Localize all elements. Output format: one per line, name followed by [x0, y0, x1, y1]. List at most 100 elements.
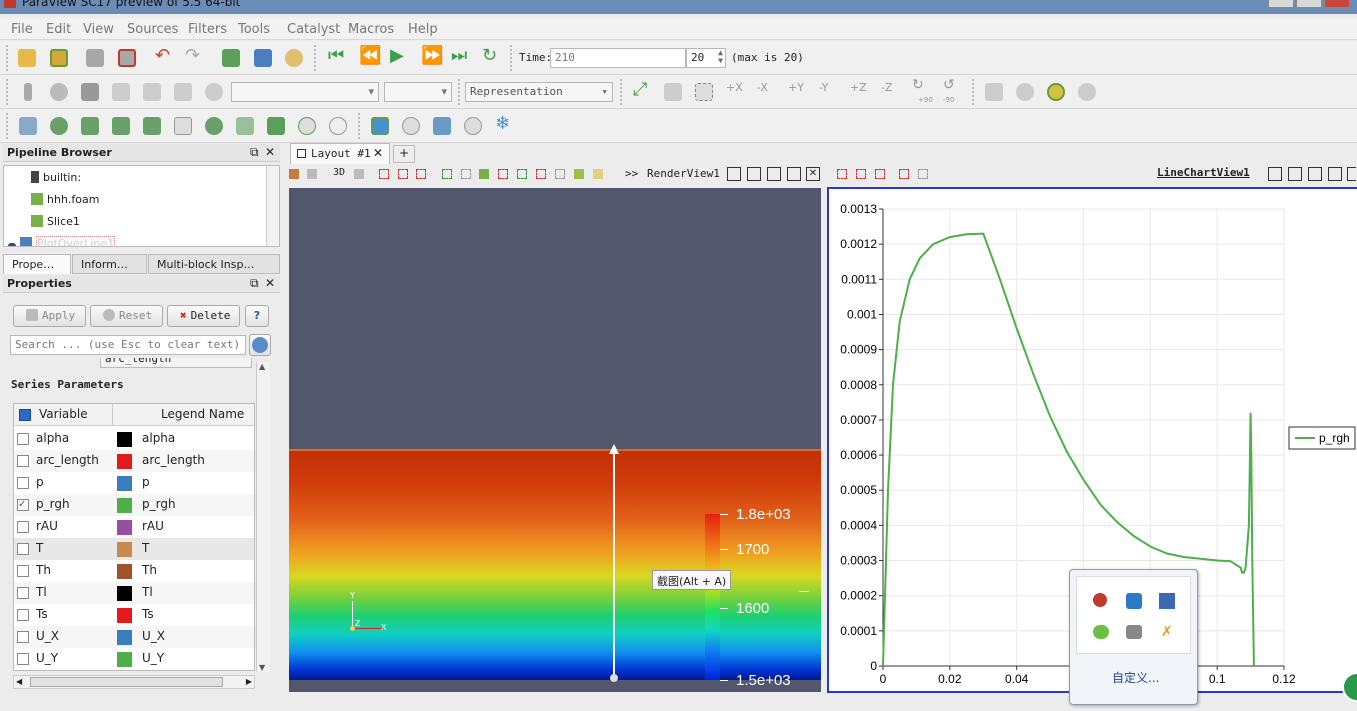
color-array-combo[interactable] — [231, 82, 379, 102]
tab-multiblock-inspector[interactable]: Multi-block Insp… — [148, 254, 280, 274]
time-input[interactable]: 210 — [550, 48, 686, 68]
toolbar-grip[interactable] — [6, 79, 10, 105]
color-palette-button[interactable] — [281, 45, 307, 71]
slice-button[interactable] — [108, 113, 134, 139]
menu-view[interactable]: View — [83, 22, 114, 37]
render-view[interactable]: 1.8e+03 1700 1600 1.5e+03 Y Z X — [289, 188, 821, 692]
series-checkbox[interactable]: ✓ — [17, 499, 29, 511]
glyph-button[interactable] — [201, 113, 227, 139]
add-layout-tab-button[interactable]: + — [393, 145, 415, 163]
menu-macros[interactable]: Macros — [348, 22, 394, 37]
close-panel-icon[interactable]: ✕ — [265, 276, 275, 290]
chart-maximize-view-button[interactable] — [1308, 167, 1322, 181]
extract-level-button[interactable] — [325, 113, 351, 139]
toolbar-grip[interactable] — [6, 113, 10, 139]
series-row[interactable]: ✓ p_rgh p_rgh — [14, 494, 254, 516]
series-row[interactable]: pp — [14, 472, 254, 494]
float-panel-icon[interactable]: ⧉ — [250, 145, 259, 160]
chart-clear-selection-icon[interactable] — [918, 169, 928, 179]
edit-color-map-button[interactable] — [46, 79, 72, 105]
series-legend-name[interactable]: Ts — [142, 607, 154, 621]
tab-layout-1[interactable]: Layout #1 ✕ — [290, 143, 390, 165]
pipeline-scrollbar[interactable] — [266, 166, 279, 246]
toolbar-grip[interactable] — [358, 113, 362, 139]
series-legend-name[interactable]: U_X — [142, 629, 165, 643]
hover-cells-icon[interactable] — [517, 169, 527, 179]
view-minus-y-button[interactable]: -Y — [815, 79, 841, 105]
menu-sources[interactable]: Sources — [127, 22, 178, 37]
series-legend-name[interactable]: alpha — [142, 431, 175, 445]
undo-button[interactable]: ↶ — [151, 45, 177, 71]
menu-help[interactable]: Help — [408, 22, 438, 37]
interactive-select-icon[interactable] — [479, 169, 489, 179]
help-button[interactable]: ? — [245, 305, 269, 327]
pipeline-item-builtin[interactable]: builtin: — [31, 171, 81, 189]
plot-selection-over-time-button[interactable] — [460, 113, 486, 139]
series-checkbox[interactable] — [17, 477, 29, 489]
series-legend-name[interactable]: rAU — [142, 519, 164, 533]
threshold-button[interactable] — [139, 113, 165, 139]
menu-catalyst[interactable]: Catalyst — [287, 22, 340, 37]
properties-search-input[interactable]: Search ... (use Esc to clear text) — [10, 335, 246, 355]
split-vertical-button[interactable] — [747, 167, 761, 181]
chart-split-vertical-button[interactable] — [1288, 167, 1302, 181]
select-frustum-icon[interactable] — [416, 169, 426, 179]
range-over-time-button[interactable] — [139, 79, 165, 105]
series-legend-name[interactable]: Th — [142, 563, 157, 577]
timestep-spinbox[interactable]: 20 ▲ ▼ — [686, 48, 726, 68]
tray-customize-link[interactable]: 自定义... — [1112, 669, 1159, 686]
grow-selection-icon[interactable] — [536, 169, 546, 179]
warp-by-vector-button[interactable] — [263, 113, 289, 139]
toolbar-grip[interactable] — [314, 45, 318, 71]
series-checkbox[interactable] — [17, 455, 29, 467]
python-calculator-button[interactable]: ❄ — [491, 113, 517, 139]
rotation-center-button[interactable] — [1074, 79, 1100, 105]
disconnect-button[interactable] — [114, 45, 140, 71]
tray-app-icon-film[interactable] — [1159, 593, 1175, 609]
maximize-view-button[interactable] — [767, 167, 781, 181]
more-tools-button[interactable]: >> — [625, 167, 638, 180]
view-minus-x-button[interactable]: -X — [753, 79, 779, 105]
select-block-icon[interactable] — [574, 169, 584, 179]
float-view-button[interactable] — [787, 167, 801, 181]
series-row[interactable]: Ts Ts — [14, 604, 254, 626]
float-panel-icon[interactable]: ⧉ — [250, 276, 259, 291]
rotate-minus-90-button[interactable]: ↺ -90 — [939, 77, 965, 105]
series-legend-name[interactable]: arc_length — [142, 453, 205, 467]
select-points-polygon-icon[interactable] — [461, 169, 471, 179]
pick-center-button[interactable] — [1043, 79, 1069, 105]
chart-close-view-button[interactable] — [1347, 167, 1356, 181]
toolbar-grip[interactable] — [6, 45, 10, 71]
component-combo[interactable] — [384, 82, 452, 102]
series-row[interactable]: U_X U_X — [14, 626, 254, 648]
pipeline-item-plotoverline1[interactable]: PlotOverLine1 — [8, 236, 116, 246]
find-data-button[interactable] — [250, 45, 276, 71]
toolbar-grip[interactable] — [458, 79, 462, 105]
camera-undo-icon[interactable] — [307, 169, 317, 179]
series-color-swatch[interactable] — [117, 454, 132, 469]
chart-float-view-button[interactable] — [1328, 167, 1342, 181]
representation-combo[interactable]: Representation — [465, 82, 613, 102]
series-color-swatch[interactable] — [117, 586, 132, 601]
series-row[interactable]: TT — [14, 538, 254, 560]
group-datasets-button[interactable] — [294, 113, 320, 139]
series-row[interactable]: rAU rAU — [14, 516, 254, 538]
series-row[interactable]: U_Y U_Y — [14, 648, 254, 670]
series-color-swatch[interactable] — [117, 652, 132, 667]
maximize-button[interactable] — [1296, 0, 1322, 8]
custom-range-button[interactable] — [108, 79, 134, 105]
series-color-swatch[interactable] — [117, 498, 132, 513]
clear-selection-icon[interactable] — [593, 169, 603, 179]
select-cells-icon[interactable] — [379, 169, 389, 179]
toggle-3d-button[interactable]: 3D — [333, 167, 345, 178]
toolbar-grip[interactable] — [620, 79, 624, 105]
extract-subset-button[interactable] — [170, 113, 196, 139]
plot-over-time-button[interactable] — [398, 113, 424, 139]
first-frame-button[interactable]: ⏮ — [324, 45, 350, 71]
tray-app-icon-signal[interactable] — [1093, 593, 1107, 607]
redo-button[interactable]: ↷ — [181, 45, 207, 71]
open-button[interactable] — [14, 45, 40, 71]
play-button[interactable]: ▶ — [386, 45, 412, 71]
series-checkbox[interactable] — [17, 543, 29, 555]
series-checkbox[interactable] — [17, 631, 29, 643]
